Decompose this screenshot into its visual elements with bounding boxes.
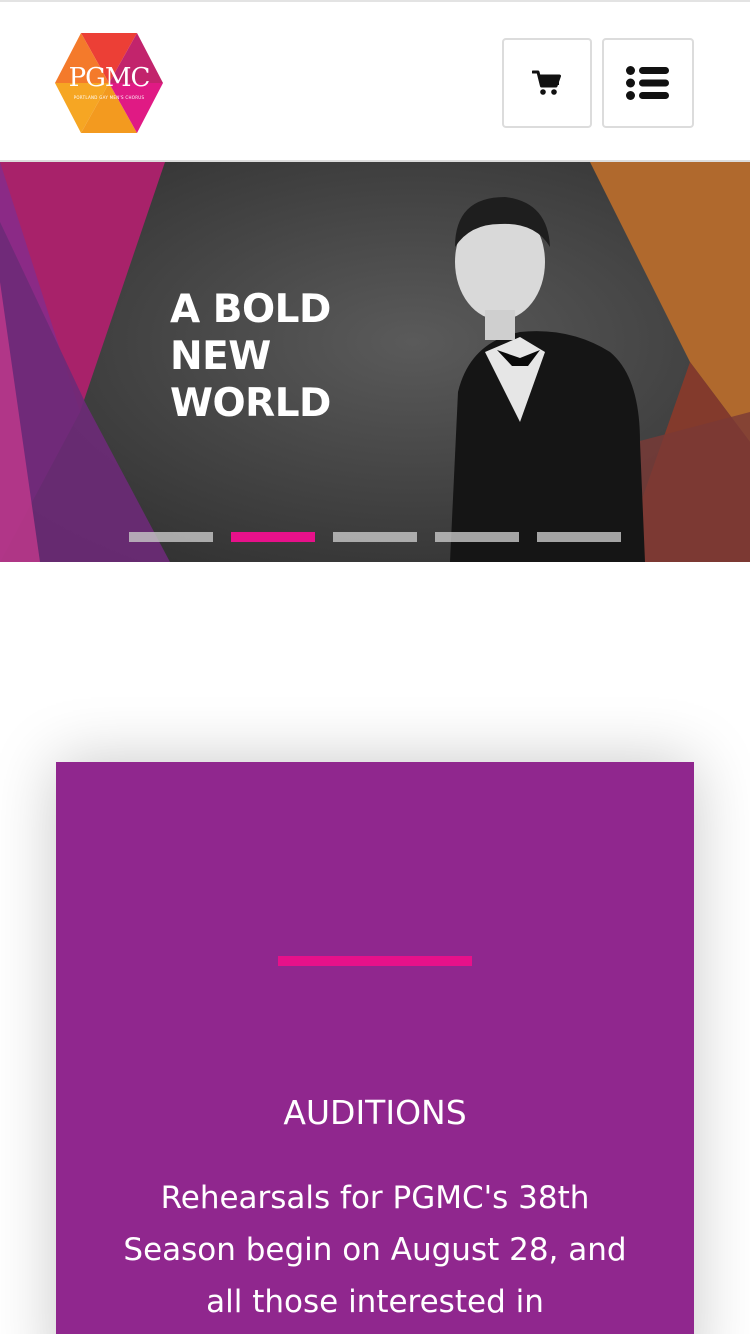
hero-title: A BOLD NEW WORLD — [170, 287, 331, 426]
auditions-card: AUDITIONS Rehearsals for PGMC's 38th Sea… — [56, 762, 694, 1334]
slider-pagination — [129, 532, 621, 542]
page: PGMC PORTLAND GAY MEN'S CHORUS A BOLD NE… — [0, 0, 750, 1334]
slider-dot[interactable] — [537, 532, 621, 542]
card-text: Rehearsals for PGMC's 38th Season begin … — [123, 1180, 627, 1320]
list-menu-icon — [626, 66, 669, 100]
card-accent-bar — [278, 956, 472, 966]
slider-dot-active[interactable] — [231, 532, 315, 542]
shopping-cart-icon — [532, 70, 561, 95]
slider-dot[interactable] — [435, 532, 519, 542]
site-header: PGMC PORTLAND GAY MEN'S CHORUS — [0, 0, 750, 162]
cart-button[interactable] — [502, 38, 592, 128]
slider-dot[interactable] — [333, 532, 417, 542]
menu-button[interactable] — [602, 38, 694, 128]
logo-tagline: PORTLAND GAY MEN'S CHORUS — [73, 95, 145, 100]
logo-text: PGMC — [68, 63, 151, 93]
card-title: AUDITIONS — [283, 1093, 467, 1132]
pgmc-logo[interactable]: PGMC PORTLAND GAY MEN'S CHORUS — [54, 32, 164, 134]
hero-slider[interactable]: A BOLD NEW WORLD — [0, 162, 750, 562]
slider-dot[interactable] — [129, 532, 213, 542]
